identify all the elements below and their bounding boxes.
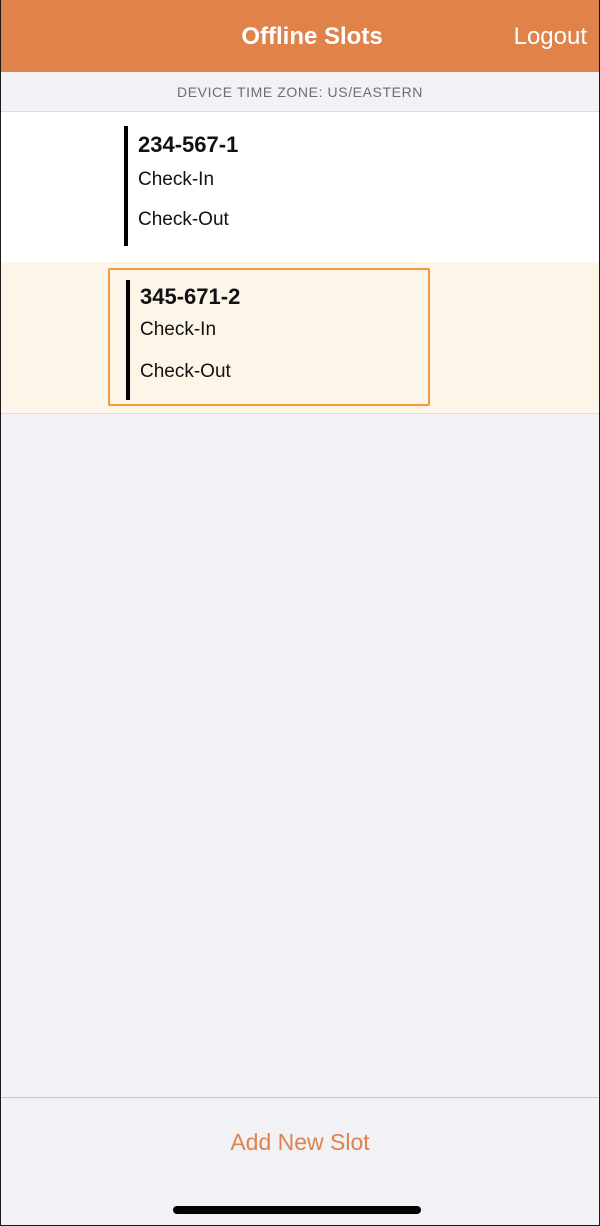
check-out-item[interactable]: Check-Out bbox=[140, 360, 231, 384]
add-new-slot-button[interactable]: Add New Slot bbox=[1, 1127, 599, 1157]
slot-card-selected[interactable]: 345-671-2 Check-In Check-Out bbox=[108, 268, 430, 406]
check-out-item[interactable]: Check-Out bbox=[138, 208, 229, 232]
footer-divider bbox=[1, 1097, 599, 1098]
check-in-item[interactable]: Check-In bbox=[138, 168, 214, 192]
navigation-bar: Offline Slots Logout bbox=[1, 0, 599, 72]
slot-id: 234-567-1 bbox=[138, 132, 239, 157]
offline-slots-screen: Offline Slots Logout DEVICE TIME ZONE: U… bbox=[0, 0, 600, 1226]
home-indicator[interactable] bbox=[173, 1206, 421, 1214]
slot-id: 345-671-2 bbox=[140, 284, 241, 309]
logout-button[interactable]: Logout bbox=[514, 22, 587, 52]
slot-indicator-bar bbox=[126, 280, 130, 400]
slot-card[interactable]: 234-567-1 Check-In Check-Out bbox=[108, 126, 430, 248]
slot-row-selected[interactable]: 345-671-2 Check-In Check-Out bbox=[1, 262, 599, 414]
slot-row[interactable]: 234-567-1 Check-In Check-Out bbox=[1, 112, 599, 262]
timezone-label: DEVICE TIME ZONE: US/EASTERN bbox=[1, 72, 599, 112]
check-in-item[interactable]: Check-In bbox=[140, 318, 216, 342]
slot-indicator-bar bbox=[124, 126, 128, 246]
page-title: Offline Slots bbox=[241, 23, 383, 50]
